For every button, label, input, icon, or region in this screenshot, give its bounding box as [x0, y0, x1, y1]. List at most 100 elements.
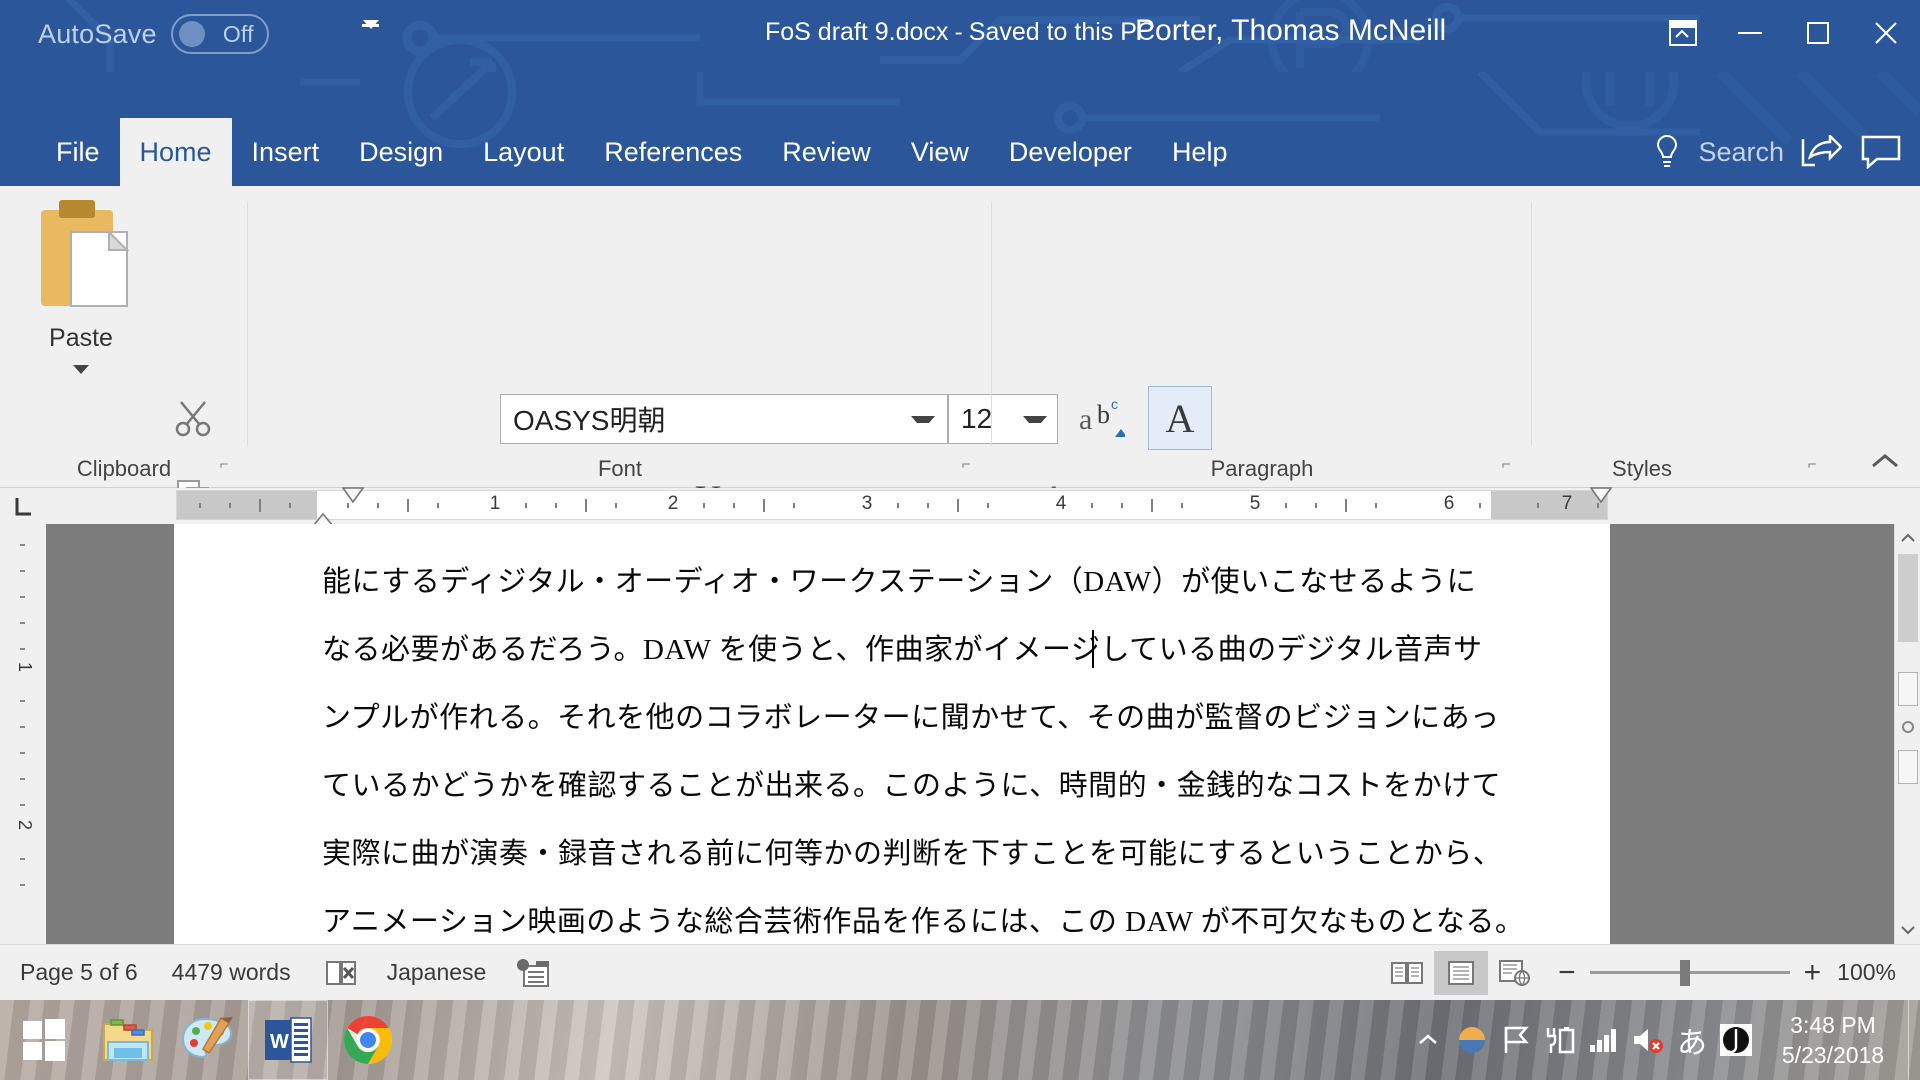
ime-hiragana-icon[interactable]: あ	[1670, 1000, 1714, 1080]
battery-plug-icon[interactable]	[1538, 1000, 1582, 1080]
window-controls	[1650, 0, 1920, 66]
ribbon-group-styles: A Styles Editing Styles ⌐	[1532, 186, 1868, 488]
document-text-body[interactable]: 能にするディジタル・オーディオ・ワークステーション（DAW）が使いこなせるように…	[322, 548, 1470, 956]
onedrive-weather-icon[interactable]	[1450, 1000, 1494, 1080]
word-icon[interactable]: W	[248, 1000, 328, 1080]
ribbon-group-clipboard: Paste	[0, 186, 248, 488]
vertical-scrollbar[interactable]	[1894, 524, 1920, 944]
file-explorer-icon[interactable]	[88, 1000, 168, 1080]
paint-icon[interactable]	[168, 1000, 248, 1080]
zoom-slider-track	[1590, 971, 1790, 974]
search-input[interactable]: Search	[1698, 137, 1784, 168]
tab-label: Review	[782, 137, 871, 168]
show-hidden-icons-button[interactable]	[1406, 1000, 1450, 1080]
document-page[interactable]: 能にするディジタル・オーディオ・ワークステーション（DAW）が使いこなせるように…	[174, 524, 1610, 944]
clock-time: 3:48 PM	[1790, 1010, 1876, 1040]
autosave-label: AutoSave	[38, 19, 157, 50]
tab-help[interactable]: Help	[1152, 118, 1248, 186]
tab-file[interactable]: File	[36, 118, 120, 186]
zoom-out-button[interactable]: −	[1558, 956, 1576, 990]
tab-developer[interactable]: Developer	[989, 118, 1152, 186]
document-line: なる必要があるだろう。DAW を使うと、作曲家がイメージしている曲のデジタル音声…	[322, 616, 1470, 684]
share-icon[interactable]	[1798, 130, 1844, 174]
scroll-down-arrow-icon[interactable]	[1895, 916, 1920, 944]
system-tray: あ 3:48 PM 5/23/2018	[1392, 1000, 1920, 1080]
paragraph-dialog-launcher[interactable]: ⌐	[1496, 456, 1516, 476]
paste-label: Paste	[49, 324, 113, 353]
zoom-slider[interactable]	[1590, 951, 1790, 995]
collapse-ribbon-icon[interactable]	[1868, 447, 1902, 477]
styles-dialog-launcher[interactable]: ⌐	[1802, 456, 1822, 476]
account-user-name[interactable]: Porter, Thomas McNeill	[1135, 14, 1446, 48]
page-number-status[interactable]: Page 5 of 6	[20, 959, 138, 986]
read-mode-button[interactable]	[1380, 951, 1434, 995]
tab-stop-left-icon[interactable]	[8, 492, 42, 522]
tab-layout[interactable]: Layout	[463, 118, 584, 186]
ribbon-tab-bar: File Home Insert Design Layout Reference…	[0, 72, 1920, 186]
tab-review[interactable]: Review	[762, 118, 891, 186]
chevron-down-icon[interactable]	[911, 416, 935, 423]
volume-muted-icon[interactable]	[1626, 1000, 1670, 1080]
ruler-number: 2	[668, 493, 679, 515]
word-application-window: AutoSave Off FoS draft 9.docx-Saved to t…	[0, 0, 1920, 1080]
right-indent-marker[interactable]	[1588, 486, 1614, 508]
ribbon-group-font: OASYS明朝 12 a b c A B	[248, 186, 992, 488]
comments-icon[interactable]	[1858, 130, 1904, 174]
document-line: ンプルが作れる。それを他のコラボレーターに聞かせて、その曲が監督のビジョンにあっ	[322, 684, 1470, 752]
previous-page-button[interactable]	[1898, 672, 1918, 706]
tab-home[interactable]: Home	[120, 118, 232, 186]
scrollbar-thumb[interactable]	[1898, 554, 1918, 642]
tab-insert[interactable]: Insert	[232, 118, 340, 186]
tab-view[interactable]: View	[891, 118, 989, 186]
maximize-icon[interactable]	[1784, 0, 1852, 66]
zoom-level-label[interactable]: 100%	[1837, 959, 1896, 986]
minimize-icon[interactable]	[1716, 0, 1784, 66]
paste-button[interactable]: Paste	[22, 196, 140, 426]
tab-label: Design	[359, 137, 443, 168]
quick-access-toolbar-customize-button[interactable]	[362, 24, 379, 46]
first-line-indent-marker[interactable]	[340, 486, 366, 508]
network-signal-icon[interactable]	[1582, 1000, 1626, 1080]
clipboard-dialog-launcher[interactable]: ⌐	[214, 456, 234, 476]
font-dialog-launcher[interactable]: ⌐	[956, 456, 976, 476]
windows-start-icon[interactable]	[0, 1000, 88, 1080]
taskbar-clock[interactable]: 3:48 PM 5/23/2018	[1758, 1000, 1908, 1080]
ime-mode-icon[interactable]	[1714, 1000, 1758, 1080]
group-label-styles: Styles	[1532, 456, 1752, 482]
autosave-toggle-knob	[179, 21, 205, 47]
proofing-errors-icon[interactable]	[325, 958, 359, 988]
ruler-number: 4	[1056, 493, 1067, 515]
next-page-button[interactable]	[1898, 750, 1918, 784]
show-desktop-button[interactable]	[1908, 1000, 1920, 1080]
web-layout-button[interactable]	[1488, 951, 1542, 995]
zoom-slider-thumb[interactable]	[1680, 960, 1690, 986]
ruler-number: 1	[490, 493, 501, 515]
word-count-status[interactable]: 4479 words	[172, 959, 291, 986]
accessibility-checker-icon[interactable]	[516, 958, 550, 988]
flag-icon[interactable]	[1494, 1000, 1538, 1080]
font-name-box[interactable]: OASYS明朝	[500, 394, 948, 444]
ribbon-display-options-icon[interactable]	[1650, 0, 1716, 66]
select-browse-object-button[interactable]	[1898, 710, 1918, 744]
document-line: 能にするディジタル・オーディオ・ワークステーション（DAW）が使いこなせるように	[322, 548, 1470, 616]
language-status[interactable]: Japanese	[387, 959, 487, 986]
tab-references[interactable]: References	[584, 118, 762, 186]
decorative-circuit-pattern	[0, 0, 1920, 72]
status-bar: Page 5 of 6 4479 words Japanese − +	[0, 944, 1920, 1000]
paste-dropdown-caret[interactable]	[73, 365, 89, 374]
print-layout-button[interactable]	[1434, 951, 1488, 995]
chrome-icon[interactable]	[328, 1000, 408, 1080]
autosave-control[interactable]: AutoSave Off	[38, 14, 269, 54]
zoom-in-button[interactable]: +	[1804, 956, 1822, 990]
horizontal-ruler[interactable]: 1 2 3 4 5 6 7	[176, 490, 1608, 520]
tab-design[interactable]: Design	[339, 118, 463, 186]
ruler-number: 6	[1444, 493, 1455, 515]
autosave-toggle[interactable]: Off	[171, 14, 269, 54]
cut-button[interactable]	[168, 392, 220, 444]
document-line-text: なる必要があるだろう。DAW を使うと、作曲家がイメージしている曲のデジタル音声…	[322, 634, 1483, 666]
lightbulb-icon[interactable]	[1650, 132, 1684, 172]
windows-taskbar: W	[0, 1000, 1920, 1080]
clock-date: 5/23/2018	[1782, 1040, 1884, 1070]
scroll-up-arrow-icon[interactable]	[1895, 524, 1920, 552]
close-icon[interactable]	[1852, 0, 1920, 66]
